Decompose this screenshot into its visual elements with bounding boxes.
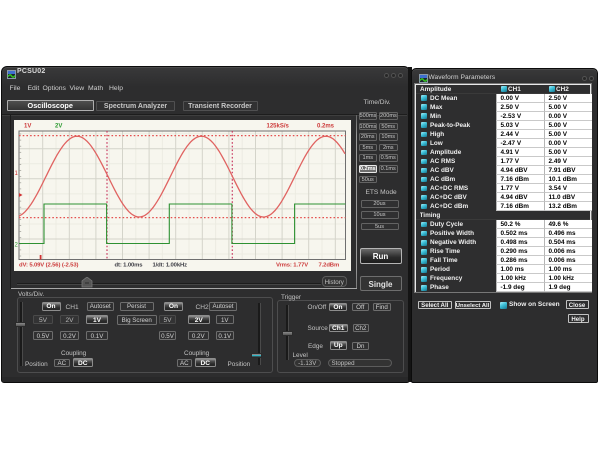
svg-text:1/dt: 1.00kHz: 1/dt: 1.00kHz (153, 263, 188, 269)
svg-text:dV: 5.09V (2.56) (-2.53): dV: 5.09V (2.56) (-2.53) (19, 263, 78, 269)
svg-text:dt: 1.00ms: dt: 1.00ms (115, 263, 144, 269)
svg-text:0.2ms: 0.2ms (317, 124, 335, 130)
svg-text:125kS/s: 125kS/s (267, 124, 290, 130)
svg-text:1V: 1V (24, 124, 31, 130)
svg-text:2V: 2V (55, 124, 62, 130)
svg-text:7.2dBm: 7.2dBm (319, 263, 340, 269)
svg-text:Vrms: 1.77V: Vrms: 1.77V (276, 263, 308, 269)
